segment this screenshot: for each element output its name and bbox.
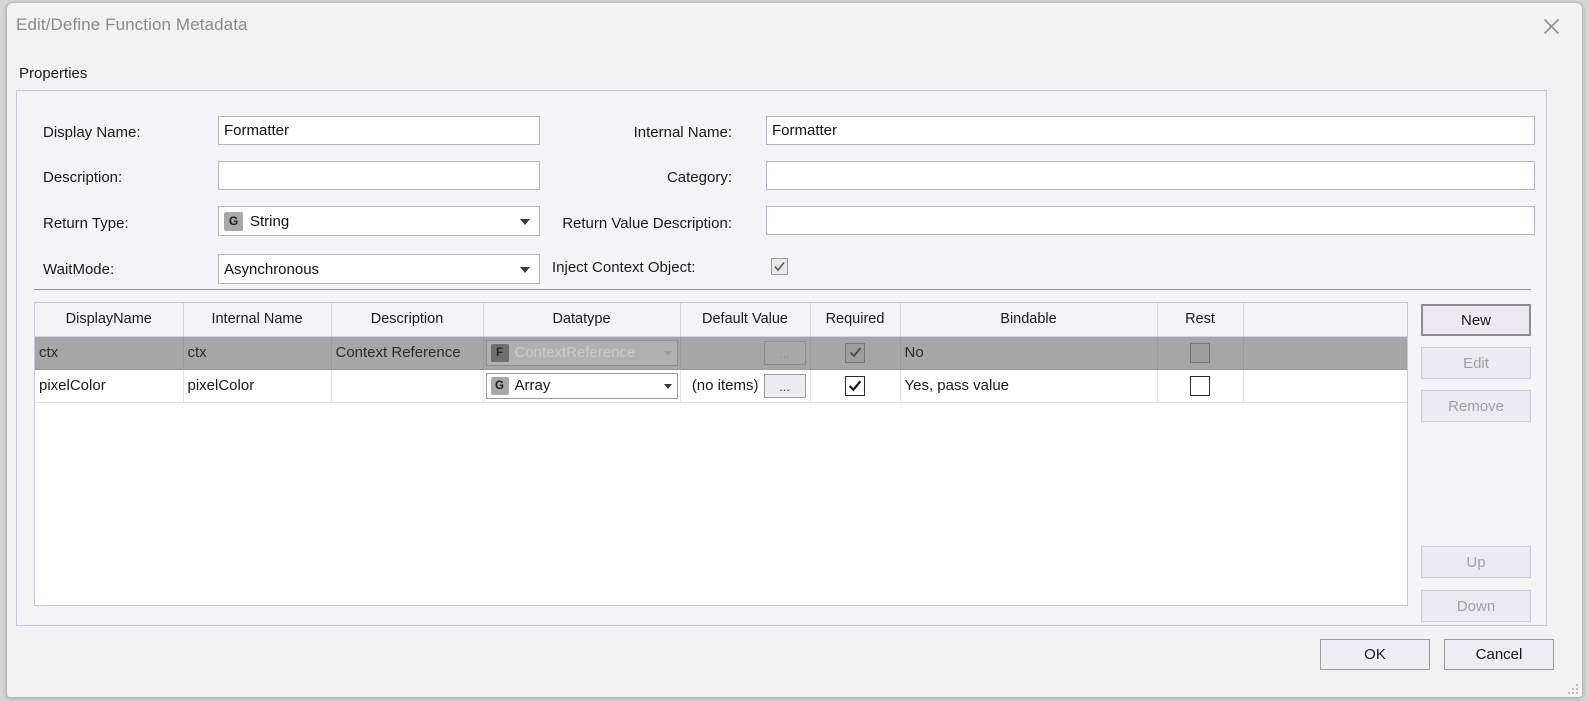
cell-rest[interactable]	[1157, 336, 1244, 370]
cell-defaultvalue[interactable]: (no items) ...	[680, 369, 811, 403]
column-header-description[interactable]: Description	[331, 303, 484, 337]
cell-displayname[interactable]: ctx	[35, 336, 184, 370]
cell-internalname[interactable]: pixelColor	[183, 369, 332, 403]
properties-section-label: Properties	[19, 65, 88, 82]
up-button: Up	[1421, 546, 1531, 578]
rest-checkbox[interactable]	[1190, 375, 1210, 396]
section-divider	[34, 289, 1531, 290]
parameters-table-panel[interactable]: DisplayName Internal Name Description Da…	[34, 302, 1408, 606]
default-value-ellipsis-button[interactable]: ...	[763, 373, 806, 398]
internal-name-value: Formatter	[772, 122, 838, 139]
column-header-rest[interactable]: Rest	[1157, 303, 1244, 337]
cell-required[interactable]	[810, 336, 901, 370]
required-checkbox	[845, 342, 865, 363]
dialog-window: Edit/Define Function Metadata Properties…	[6, 2, 1583, 698]
table-header-row: DisplayName Internal Name Description Da…	[35, 303, 1407, 337]
cell-datatype[interactable]: F ContextReference	[483, 336, 681, 370]
column-header-datatype[interactable]: Datatype	[483, 303, 681, 337]
ok-button[interactable]: OK	[1320, 639, 1430, 670]
display-name-value: Formatter	[224, 122, 290, 139]
category-label: Category:	[666, 169, 732, 186]
description-label: Description:	[43, 169, 123, 186]
return-type-value: String	[250, 212, 290, 230]
datatype-value: ContextReference	[514, 344, 636, 361]
return-type-label: Return Type:	[43, 215, 129, 232]
cell-blank[interactable]	[1243, 336, 1407, 370]
inject-context-object-checkbox[interactable]	[771, 258, 788, 275]
new-button[interactable]: New	[1421, 304, 1531, 336]
required-checkbox[interactable]	[845, 375, 865, 396]
wait-mode-label: WaitMode:	[43, 261, 115, 278]
inject-context-object-label: Inject Context Object:	[552, 259, 696, 276]
generic-type-icon: G	[224, 211, 243, 231]
edit-button: Edit	[1421, 347, 1531, 379]
wait-mode-dropdown[interactable]: Asynchronous	[218, 254, 540, 284]
cell-description[interactable]	[331, 369, 484, 403]
title-bar: Edit/Define Function Metadata	[7, 3, 1582, 49]
return-value-description-input[interactable]	[766, 206, 1535, 235]
cell-blank[interactable]	[1243, 369, 1407, 403]
chevron-down-icon	[520, 267, 530, 273]
display-name-label: Display Name:	[43, 124, 141, 141]
category-input[interactable]	[766, 161, 1535, 190]
default-value-ellipsis-button: ...	[763, 340, 806, 365]
datatype-dropdown[interactable]: G Array	[485, 372, 678, 399]
column-header-defaultvalue[interactable]: Default Value	[680, 303, 811, 337]
datatype-dropdown: F ContextReference	[485, 339, 678, 366]
rest-checkbox	[1190, 342, 1210, 363]
remove-button: Remove	[1421, 390, 1531, 422]
cancel-button[interactable]: Cancel	[1444, 639, 1554, 670]
table-row[interactable]: pixelColor pixelColor G Array (no items)…	[35, 369, 1407, 403]
resize-grip-icon[interactable]	[1564, 680, 1578, 694]
column-header-displayname[interactable]: DisplayName	[35, 303, 184, 337]
generic-type-icon: G	[490, 376, 509, 395]
chevron-down-icon	[663, 383, 672, 389]
function-type-icon: F	[490, 343, 509, 362]
return-value-description-label: Return Value Description:	[562, 215, 732, 232]
column-header-internalname[interactable]: Internal Name	[183, 303, 332, 337]
cell-description[interactable]: Context Reference	[331, 336, 484, 370]
cell-bindable[interactable]: Yes, pass value	[900, 369, 1158, 403]
cell-datatype[interactable]: G Array	[483, 369, 681, 403]
down-button: Down	[1421, 590, 1531, 622]
default-value-text: (no items)	[691, 377, 759, 394]
properties-groupbox: Display Name: Formatter Description: Ret…	[16, 90, 1547, 626]
column-header-blank[interactable]	[1243, 303, 1407, 337]
chevron-down-icon	[663, 350, 672, 356]
cell-bindable[interactable]: No	[900, 336, 1158, 370]
column-header-required[interactable]: Required	[810, 303, 901, 337]
check-icon	[774, 261, 785, 272]
close-icon[interactable]	[1528, 9, 1574, 43]
wait-mode-value: Asynchronous	[224, 260, 320, 278]
check-icon	[848, 379, 862, 391]
parameters-table: DisplayName Internal Name Description Da…	[35, 303, 1407, 403]
dialog-title: Edit/Define Function Metadata	[16, 15, 248, 34]
cell-internalname[interactable]: ctx	[183, 336, 332, 370]
column-header-bindable[interactable]: Bindable	[900, 303, 1158, 337]
internal-name-label: Internal Name:	[633, 124, 732, 141]
table-row[interactable]: ctx ctx Context Reference F ContextRefer…	[35, 336, 1407, 370]
datatype-value: Array	[514, 377, 551, 394]
cell-displayname[interactable]: pixelColor	[35, 369, 184, 403]
cell-required[interactable]	[810, 369, 901, 403]
check-icon	[849, 347, 861, 358]
cell-rest[interactable]	[1157, 369, 1244, 403]
internal-name-input[interactable]: Formatter	[766, 116, 1535, 145]
cell-defaultvalue[interactable]: ...	[680, 336, 811, 370]
